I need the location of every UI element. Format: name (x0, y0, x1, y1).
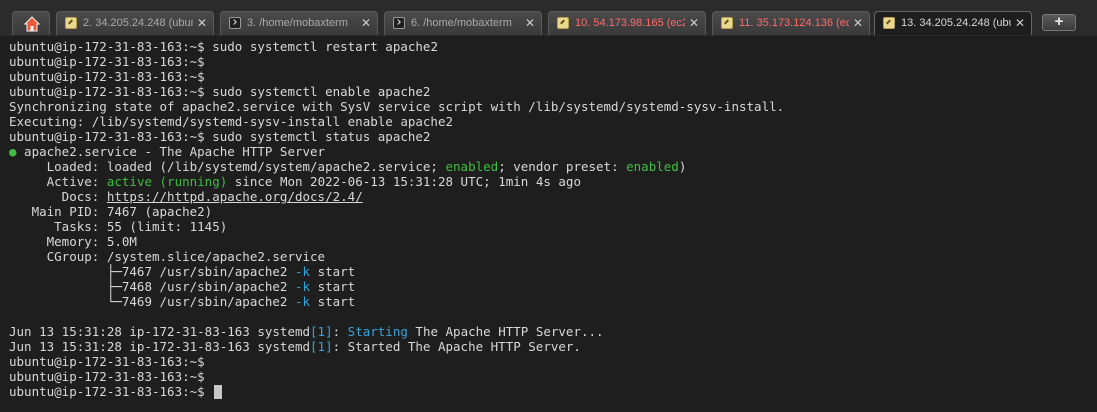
terminal-line: ubuntu@ip-172-31-83-163:~$ sudo systemct… (9, 84, 1097, 99)
tab-bar: 2. 34.205.24.248 (ubuntu) ✕ 3. /home/mob… (0, 0, 1097, 36)
terminal-icon (393, 17, 405, 29)
loaded-text: ) (678, 159, 687, 174)
process-arg: start (310, 294, 356, 309)
shell-prompt: ubuntu@ip-172-31-83-163:~$ (9, 354, 205, 369)
shell-prompt: ubuntu@ip-172-31-83-163:~$ (9, 84, 205, 99)
home-icon (24, 16, 40, 32)
tab-close-button[interactable]: ✕ (689, 12, 699, 34)
terminal-line: ubuntu@ip-172-31-83-163:~$ (9, 354, 1097, 369)
terminal-line: ubuntu@ip-172-31-83-163:~$ (9, 69, 1097, 84)
terminal-line: ubuntu@ip-172-31-83-163:~$ (9, 54, 1097, 69)
output-line: Executing: /lib/systemd/systemd-sysv-ins… (9, 114, 454, 129)
log-message: : Started The Apache HTTP Server. (332, 339, 581, 354)
tab-close-button[interactable]: ✕ (197, 12, 207, 34)
log-line: Jun 13 15:31:28 ip-172-31-83-163 systemd… (9, 339, 1097, 354)
enabled-status: enabled (445, 159, 499, 174)
docs-label: Docs: (9, 189, 107, 204)
tab-label: 3. /home/mobaxterm (247, 17, 348, 29)
output-line: Synchronizing state of apache2.service w… (9, 99, 785, 114)
cgroup-line: CGroup: /system.slice/apache2.service (9, 249, 326, 264)
tab-label: 11. 35.173.124.136 (ec2-user) (739, 17, 849, 29)
tab-close-button[interactable]: ✕ (361, 12, 371, 34)
shell-prompt: ubuntu@ip-172-31-83-163:~$ (9, 384, 205, 399)
terminal-output[interactable]: ubuntu@ip-172-31-83-163:~$ sudo systemct… (0, 36, 1097, 412)
process-line: ├─7467 /usr/sbin/apache2 -k start (9, 264, 1097, 279)
command-text: sudo systemctl status apache2 (204, 129, 431, 144)
log-prefix: Jun 13 15:31:28 ip-172-31-83-163 systemd (9, 324, 311, 339)
service-header-line: ● apache2.service - The Apache HTTP Serv… (9, 144, 1097, 159)
tab-session-2[interactable]: 2. 34.205.24.248 (ubuntu) ✕ (56, 11, 214, 35)
process-flag: -k (294, 264, 311, 279)
tab-label: 2. 34.205.24.248 (ubuntu) (83, 17, 193, 29)
process-path: └─7469 /usr/sbin/apache2 (9, 294, 295, 309)
process-line: ├─7468 /usr/sbin/apache2 -k start (9, 279, 1097, 294)
tab-session-6[interactable]: 6. /home/mobaxterm ✕ (384, 11, 542, 35)
log-prefix: Jun 13 15:31:28 ip-172-31-83-163 systemd (9, 339, 311, 354)
new-tab-button[interactable]: + (1042, 14, 1076, 31)
key-icon (65, 17, 77, 29)
log-line: Jun 13 15:31:28 ip-172-31-83-163 systemd… (9, 324, 1097, 339)
tab-label: 13. 34.205.24.248 (ubuntu) (901, 17, 1011, 29)
terminal-line: ubuntu@ip-172-31-83-163:~$ (9, 369, 1097, 384)
tab-label: 10. 54.173.98.165 (ec2-user) (575, 17, 685, 29)
tab-close-button[interactable]: ✕ (1015, 12, 1025, 34)
active-line: Active: active (running) since Mon 2022-… (9, 174, 1097, 189)
shell-prompt: ubuntu@ip-172-31-83-163:~$ (9, 369, 205, 384)
command-text: sudo systemctl enable apache2 (204, 84, 431, 99)
docs-line: Docs: https://httpd.apache.org/docs/2.4/ (9, 189, 1097, 204)
shell-prompt: ubuntu@ip-172-31-83-163:~$ (9, 39, 205, 54)
tab-session-13[interactable]: 13. 34.205.24.248 (ubuntu) ✕ (874, 11, 1032, 35)
terminal-icon (229, 17, 241, 29)
process-line: └─7469 /usr/sbin/apache2 -k start (9, 294, 1097, 309)
command-text: sudo systemctl restart apache2 (204, 39, 438, 54)
active-state: active (running) (106, 174, 228, 189)
shell-prompt: ubuntu@ip-172-31-83-163:~$ (9, 69, 205, 84)
tasks-line: Tasks: 55 (limit: 1145) (9, 219, 228, 234)
mobaxterm-window: 2. 34.205.24.248 (ubuntu) ✕ 3. /home/mob… (0, 0, 1097, 412)
active-label: Active: (9, 174, 107, 189)
active-since: since Mon 2022-06-13 15:31:28 UTC; 1min … (227, 174, 581, 189)
main-pid-line: Main PID: 7467 (apache2) (9, 204, 213, 219)
home-tab[interactable] (12, 11, 50, 35)
tab-session-3[interactable]: 3. /home/mobaxterm ✕ (220, 11, 378, 35)
tab-label: 6. /home/mobaxterm (411, 17, 512, 29)
key-icon (557, 17, 569, 29)
tab-session-11[interactable]: 11. 35.173.124.136 (ec2-user) ✕ (712, 11, 870, 35)
text-cursor (214, 385, 223, 399)
loaded-line: Loaded: loaded (/lib/systemd/system/apac… (9, 159, 1097, 174)
tab-close-button[interactable]: ✕ (853, 12, 863, 34)
log-message: The Apache HTTP Server... (407, 324, 604, 339)
docs-link[interactable]: https://httpd.apache.org/docs/2.4/ (107, 189, 363, 204)
shell-prompt: ubuntu@ip-172-31-83-163:~$ (9, 129, 205, 144)
service-title: apache2.service - The Apache HTTP Server (16, 144, 326, 159)
process-flag: -k (294, 294, 311, 309)
memory-line: Memory: 5.0M (9, 234, 137, 249)
vendor-preset-status: enabled (626, 159, 679, 174)
tab-session-10[interactable]: 10. 54.173.98.165 (ec2-user) ✕ (548, 11, 706, 35)
log-colon: : (332, 324, 348, 339)
terminal-line: ubuntu@ip-172-31-83-163:~$ sudo systemct… (9, 129, 1097, 144)
shell-prompt: ubuntu@ip-172-31-83-163:~$ (9, 54, 205, 69)
terminal-line: ubuntu@ip-172-31-83-163:~$ sudo systemct… (9, 39, 1097, 54)
loaded-text: Loaded: loaded (/lib/systemd/system/apac… (9, 159, 446, 174)
key-icon (721, 17, 733, 29)
process-arg: start (310, 279, 356, 294)
status-dot-icon: ● (9, 144, 17, 159)
tab-close-button[interactable]: ✕ (525, 12, 535, 34)
loaded-text: ; vendor preset: (498, 159, 627, 174)
key-icon (883, 17, 895, 29)
process-arg: start (310, 264, 356, 279)
log-starting: Starting (347, 324, 408, 339)
process-flag: -k (294, 279, 311, 294)
log-pid: [1] (310, 339, 333, 354)
log-pid: [1] (310, 324, 333, 339)
process-path: ├─7468 /usr/sbin/apache2 (9, 279, 295, 294)
process-path: ├─7467 /usr/sbin/apache2 (9, 264, 295, 279)
current-input-line[interactable]: ubuntu@ip-172-31-83-163:~$ (9, 384, 1097, 399)
